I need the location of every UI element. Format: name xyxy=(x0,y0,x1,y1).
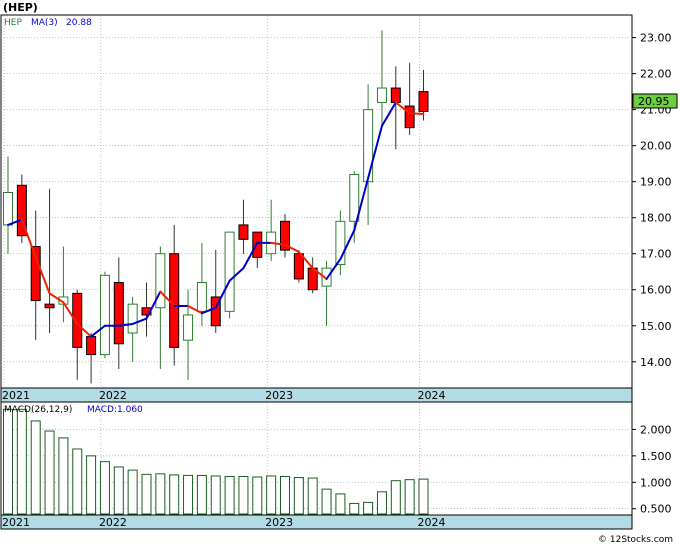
ma-segment xyxy=(408,112,425,115)
macd-bar xyxy=(44,430,55,515)
macd-y-axis: 2.000 1.500 1.000 0.500 xyxy=(632,423,672,516)
macd-bar xyxy=(3,408,13,515)
macd-bar xyxy=(183,474,194,515)
candle-up xyxy=(363,109,374,183)
price-y-tick-label: 23.00 xyxy=(640,32,672,45)
macd-bar xyxy=(376,491,387,515)
macd-y-tick-label: 1.500 xyxy=(640,450,672,463)
price-y-tick-label: 18.00 xyxy=(640,212,672,225)
price-y-tick-label: 20.00 xyxy=(640,140,672,153)
price-y-tick-label: 22.00 xyxy=(640,68,672,81)
macd-bar xyxy=(30,420,41,515)
macd-bar xyxy=(141,473,152,515)
candle-up xyxy=(196,282,207,312)
macd-x-tick-label: 2023 xyxy=(265,516,293,529)
candle-up xyxy=(99,274,110,356)
candle-down xyxy=(404,105,415,129)
candle-up xyxy=(224,231,235,312)
candle-down xyxy=(169,253,180,348)
last-price-label: 20.95 xyxy=(638,95,670,108)
macd-bar xyxy=(349,502,360,515)
macd-x-tick-label: 2021 xyxy=(2,516,30,529)
candle-down xyxy=(418,91,429,112)
price-y-tick-label: 17.00 xyxy=(640,248,672,261)
macd-y-tick-label: 0.500 xyxy=(640,503,672,516)
macd-bar xyxy=(224,475,235,515)
price-x-tick-label: 2024 xyxy=(418,389,446,402)
legend-ma-value: 20.88 xyxy=(66,18,92,28)
price-y-tick-label: 15.00 xyxy=(640,320,672,333)
macd-bar xyxy=(321,488,332,515)
candle-up xyxy=(3,191,13,226)
macd-bar xyxy=(252,476,263,515)
price-x-tick-label: 2022 xyxy=(99,389,127,402)
price-x-tick-label: 2021 xyxy=(2,389,30,402)
chart-root: 23.00 22.00 21.00 20.00 19.00 18.00 17.00 16.00… xyxy=(0,0,680,546)
macd-bar xyxy=(210,475,221,515)
macd-bar xyxy=(418,478,429,515)
macd-bar xyxy=(390,480,401,515)
macd-x-tick-label: 2024 xyxy=(418,516,446,529)
price-date-strip xyxy=(0,387,633,403)
macd-bar xyxy=(404,479,415,515)
candle-down xyxy=(238,224,249,240)
macd-bar xyxy=(238,475,249,515)
candle-up xyxy=(127,303,138,334)
legend-ticker: HEP xyxy=(4,18,22,28)
candle-down xyxy=(113,282,124,345)
macd-date-strip xyxy=(0,514,633,530)
price-y-tick-label: 14.00 xyxy=(640,356,672,369)
macd-bar xyxy=(113,466,124,515)
macd-bar xyxy=(307,477,318,515)
macd-bar xyxy=(169,474,180,515)
macd-bar xyxy=(58,437,69,515)
legend-ma-label: MA(3) xyxy=(31,18,58,28)
candle-up xyxy=(376,87,387,103)
candle-up xyxy=(349,173,360,222)
macd-bar xyxy=(280,475,290,515)
macd-bar xyxy=(99,461,110,515)
macd-y-tick-label: 2.000 xyxy=(640,423,672,436)
macd-legend-value: MACD:1.060 xyxy=(87,405,143,415)
candle-down xyxy=(293,253,304,280)
price-y-tick-label: 16.00 xyxy=(640,284,672,297)
candle-down xyxy=(390,87,401,103)
macd-bar xyxy=(363,501,374,515)
macd-bar xyxy=(16,408,27,515)
macd-y-tick-label: 1.000 xyxy=(640,476,672,489)
macd-bar xyxy=(266,475,277,515)
macd-bar xyxy=(72,448,83,515)
macd-bar xyxy=(293,477,304,515)
price-x-tick-label: 2023 xyxy=(265,389,293,402)
watermark: © 12Stocks.com xyxy=(598,535,673,545)
candle-down xyxy=(86,336,97,356)
stock-chart-svg: 23.0022.0021.0020.0019.0018.0017.0016.00… xyxy=(0,1,678,545)
macd-bar xyxy=(86,455,97,515)
macd-bar xyxy=(155,473,166,515)
candle-down xyxy=(44,303,55,309)
candle-up xyxy=(183,314,194,341)
macd-x-tick-label: 2022 xyxy=(99,516,127,529)
macd-bar xyxy=(196,474,207,515)
price-y-axis: 23.0022.0021.0020.0019.0018.0017.0016.00… xyxy=(632,32,672,369)
macd-bar xyxy=(127,469,138,515)
price-y-tick-label: 19.00 xyxy=(640,176,672,189)
chart-title: (HEP) xyxy=(3,1,38,14)
macd-bar xyxy=(335,493,346,515)
macd-legend-label: MACD(26,12,9) xyxy=(4,405,72,415)
